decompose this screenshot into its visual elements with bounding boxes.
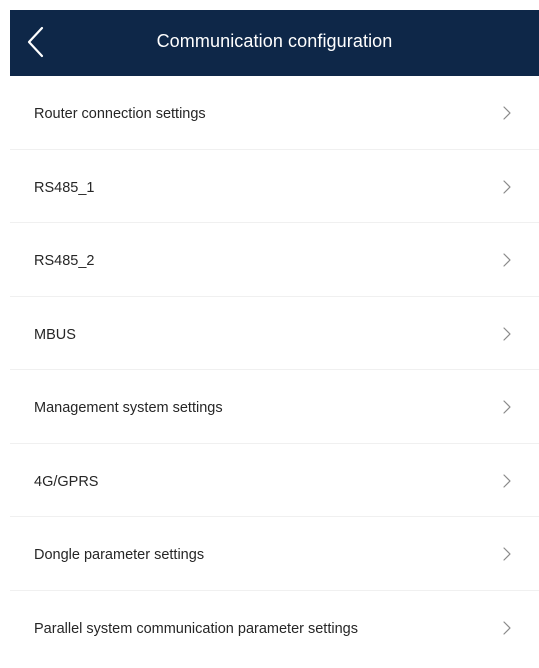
- menu-item-label: RS485_1: [34, 179, 95, 196]
- menu-item-router-connection-settings[interactable]: Router connection settings: [10, 76, 539, 150]
- page-title: Communication configuration: [156, 31, 393, 51]
- menu-item-management-system-settings[interactable]: Management system settings: [10, 370, 539, 444]
- menu-item-parallel-system-communication-parameter-settings[interactable]: Parallel system communication parameter …: [10, 591, 539, 665]
- menu-item-label: 4G/GPRS: [34, 473, 99, 490]
- communication-settings-list: Router connection settings RS485_1 RS485…: [10, 76, 539, 664]
- menu-item-label: RS485_2: [34, 253, 95, 269]
- chevron-right-icon: [503, 326, 511, 341]
- chevron-right-icon: [503, 473, 511, 488]
- chevron-right-icon: [503, 253, 511, 267]
- chevron-right-icon: [503, 547, 511, 561]
- menu-item-label: Management system settings: [34, 400, 223, 416]
- menu-item-mbus[interactable]: MBUS: [10, 297, 539, 370]
- menu-item-rs485-2[interactable]: RS485_2: [10, 223, 539, 297]
- chevron-right-icon: [503, 400, 511, 414]
- menu-item-4g-gprs[interactable]: 4G/GPRS: [10, 444, 539, 517]
- menu-item-label: Router connection settings: [34, 106, 206, 122]
- menu-item-rs485-1[interactable]: RS485_1: [10, 150, 539, 223]
- menu-item-label: Parallel system communication parameter …: [34, 620, 358, 637]
- chevron-right-icon: [503, 179, 511, 194]
- menu-item-label: MBUS: [34, 326, 76, 343]
- menu-item-dongle-parameter-settings[interactable]: Dongle parameter settings: [10, 517, 539, 591]
- chevron-right-icon: [503, 620, 511, 635]
- menu-item-label: Dongle parameter settings: [34, 547, 205, 563]
- app-header: Communication configuration: [10, 10, 539, 76]
- chevron-right-icon: [503, 106, 511, 120]
